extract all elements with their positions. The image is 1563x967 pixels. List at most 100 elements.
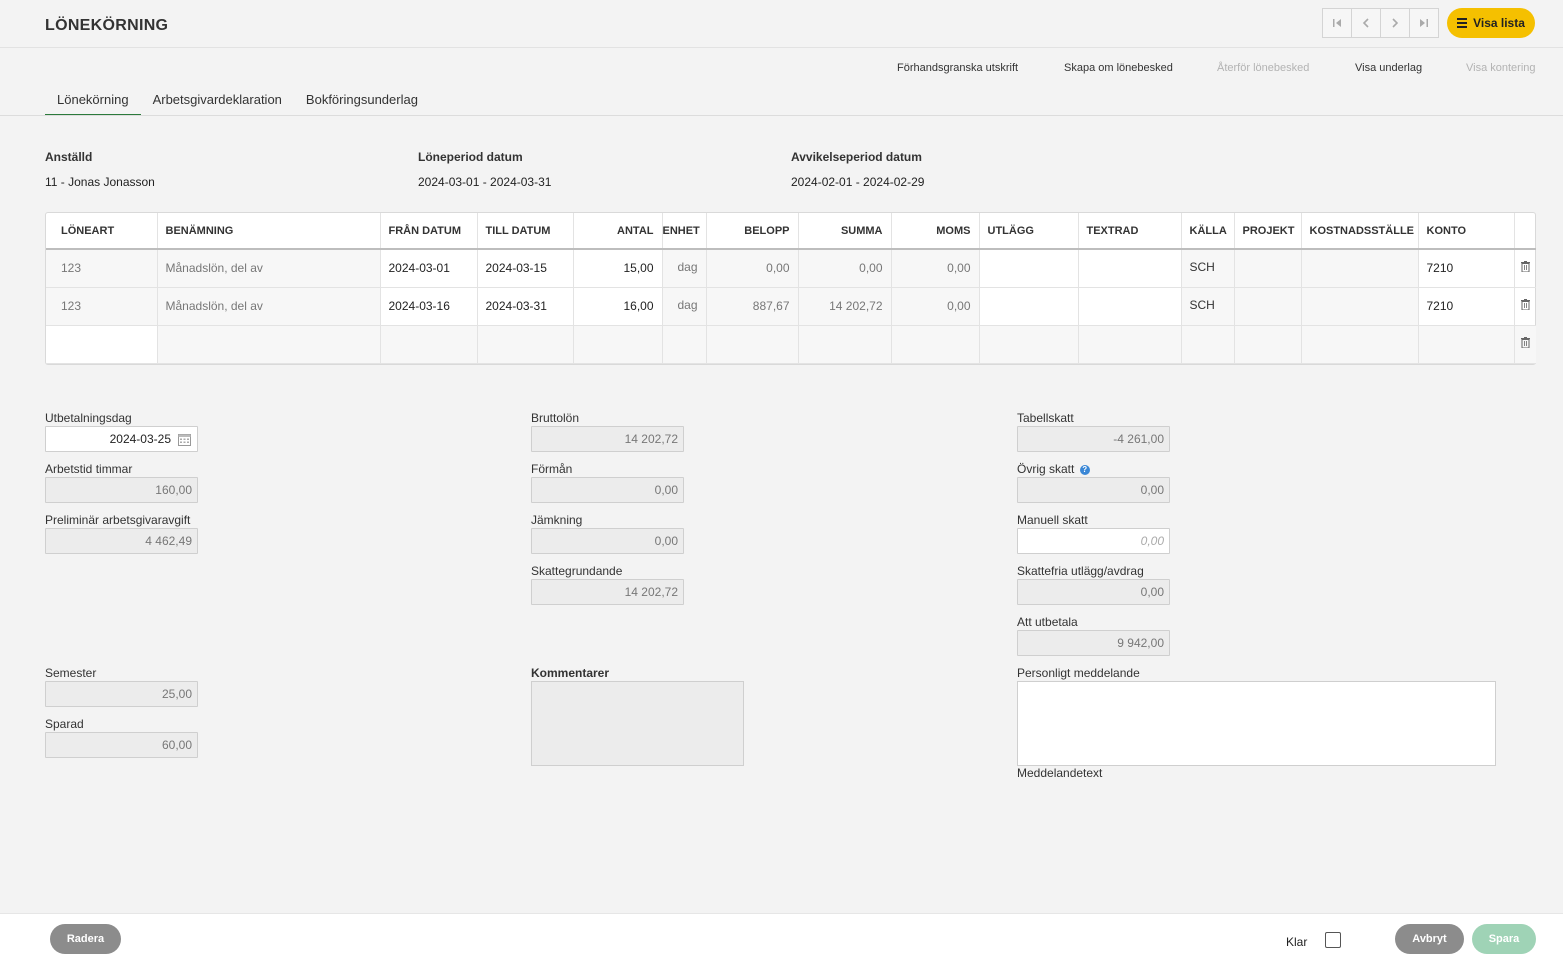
cell-benamning[interactable] <box>157 325 381 364</box>
att-utbetala-label: Att utbetala <box>1017 615 1078 629</box>
cell-textrad[interactable] <box>1078 249 1182 288</box>
cell-textrad[interactable] <box>1078 287 1182 326</box>
preview-print-link[interactable]: Förhandsgranska utskrift <box>897 62 1018 74</box>
ovrig-skatt-field: 0,00 <box>1017 477 1170 503</box>
tabellskatt-field: -4 261,00 <box>1017 426 1170 452</box>
semester-label: Semester <box>45 666 97 680</box>
first-record-button[interactable] <box>1322 8 1352 38</box>
avbryt-button[interactable]: Avbryt <box>1395 924 1464 954</box>
kommentarer-label: Kommentarer <box>531 666 610 680</box>
col-header-utlagg[interactable]: UTLÄGG <box>979 213 1079 250</box>
cell-loneart[interactable]: 123 <box>46 249 158 288</box>
trash-icon <box>1520 299 1530 310</box>
calendar-icon[interactable] <box>178 433 191 446</box>
visa-lista-label: Visa lista <box>1473 16 1525 30</box>
utbetalningsdag-value: 2024-03-25 <box>109 432 171 446</box>
cell-moms: 0,00 <box>891 249 980 288</box>
revert-payslip-link: Återför lönebesked <box>1217 62 1310 74</box>
cell-summa: 14 202,72 <box>798 287 892 326</box>
col-header-kostnadsstalle[interactable]: KOSTNADSSTÄLLE <box>1301 213 1419 250</box>
cell-konto[interactable]: 7210 <box>1418 249 1515 288</box>
cell-fran-datum[interactable]: 2024-03-01 <box>380 249 478 288</box>
col-header-summa[interactable]: SUMMA <box>798 213 892 250</box>
cell-till-datum[interactable] <box>477 325 574 364</box>
col-header-moms[interactable]: MOMS <box>891 213 980 250</box>
tab-lonekorning[interactable]: Lönekörning <box>45 86 141 116</box>
arbetstid-label: Arbetstid timmar <box>45 462 133 476</box>
last-record-button[interactable] <box>1409 8 1439 38</box>
employee-label: Anställd <box>45 150 93 164</box>
col-header-loneart[interactable]: LÖNEART <box>46 213 158 250</box>
bruttolon-label: Bruttolön <box>531 411 580 425</box>
col-header-projekt[interactable]: PROJEKT <box>1234 213 1302 250</box>
skattefria-label: Skattefria utlägg/avdrag <box>1017 564 1144 578</box>
cell-utlagg[interactable] <box>979 249 1079 288</box>
cell-projekt <box>1234 249 1302 288</box>
cell-antal[interactable]: 15,00 <box>573 249 663 288</box>
col-header-textrad[interactable]: TEXTRAD <box>1078 213 1182 250</box>
cell-kostnadsstalle <box>1301 325 1419 364</box>
next-icon <box>1392 18 1399 28</box>
delete-row-button[interactable] <box>1514 325 1536 364</box>
hamburger-icon <box>1457 16 1468 30</box>
col-header-benamning[interactable]: BENÄMNING <box>157 213 381 250</box>
utbetalningsdag-field[interactable]: 2024-03-25 <box>45 426 198 452</box>
cell-fran-datum[interactable] <box>380 325 478 364</box>
cell-benamning[interactable]: Månadslön, del av <box>157 287 381 326</box>
col-header-kalla[interactable]: KÄLLA <box>1181 213 1235 250</box>
cell-till-datum[interactable]: 2024-03-31 <box>477 287 574 326</box>
skattefria-field: 0,00 <box>1017 579 1170 605</box>
prelim-arbetsgivaravgift-label: Preliminär arbetsgivaravgift <box>45 513 191 527</box>
col-header-belopp[interactable]: BELOPP <box>706 213 799 250</box>
next-record-button[interactable] <box>1380 8 1410 38</box>
delete-row-button[interactable] <box>1514 287 1536 326</box>
show-posting-link: Visa kontering <box>1466 62 1536 74</box>
cell-textrad[interactable] <box>1078 325 1182 364</box>
cell-konto[interactable]: 7210 <box>1418 287 1515 326</box>
delete-row-button[interactable] <box>1514 249 1536 288</box>
cell-kostnadsstalle <box>1301 287 1419 326</box>
cell-antal[interactable]: 16,00 <box>573 287 663 326</box>
table-row: 123 Månadslön, del av 2024-03-16 2024-03… <box>46 287 1536 326</box>
show-basis-link[interactable]: Visa underlag <box>1355 62 1422 74</box>
sparad-label: Sparad <box>45 717 84 731</box>
cell-konto[interactable] <box>1418 325 1515 364</box>
tab-arbetsgivardeklaration[interactable]: Arbetsgivardeklaration <box>141 86 294 116</box>
col-header-konto[interactable]: KONTO <box>1418 213 1515 250</box>
cell-fran-datum[interactable]: 2024-03-16 <box>380 287 478 326</box>
tab-bar: Lönekörning Arbetsgivardeklaration Bokfö… <box>45 86 430 116</box>
semester-field: 25,00 <box>45 681 198 707</box>
visa-lista-button[interactable]: Visa lista <box>1447 8 1535 38</box>
manuell-skatt-input[interactable]: 0,00 <box>1017 528 1170 554</box>
ovrig-skatt-label: Övrig skatt <box>1017 462 1075 476</box>
cell-till-datum[interactable]: 2024-03-15 <box>477 249 574 288</box>
footer-bar: Radera Klar Avbryt Spara <box>0 913 1563 967</box>
col-header-antal[interactable]: ANTAL <box>573 213 663 250</box>
record-navigation <box>1322 8 1439 38</box>
page-title: LÖNEKÖRNING <box>45 17 169 34</box>
tab-bokforingsunderlag[interactable]: Bokföringsunderlag <box>294 86 430 116</box>
cell-enhet: dag <box>662 287 707 326</box>
cell-antal[interactable] <box>573 325 663 364</box>
cell-enhet <box>662 325 707 364</box>
deviation-value: 2024-02-01 - 2024-02-29 <box>791 175 925 189</box>
personligt-meddelande-label: Personligt meddelande <box>1017 666 1140 680</box>
prev-record-button[interactable] <box>1351 8 1381 38</box>
period-label: Löneperiod datum <box>418 150 523 164</box>
cell-loneart[interactable] <box>46 325 158 364</box>
cell-loneart[interactable]: 123 <box>46 287 158 326</box>
radera-button[interactable]: Radera <box>50 924 121 954</box>
col-header-enhet[interactable]: ENHET <box>662 213 707 250</box>
cell-kalla: SCH <box>1181 287 1235 326</box>
cell-utlagg[interactable] <box>979 287 1079 326</box>
deviation-label: Avvikelseperiod datum <box>791 150 922 164</box>
col-header-till-datum[interactable]: TILL DATUM <box>477 213 574 250</box>
klar-checkbox[interactable] <box>1325 932 1341 948</box>
help-icon[interactable]: ? <box>1079 465 1090 475</box>
cell-benamning[interactable]: Månadslön, del av <box>157 249 381 288</box>
col-header-fran-datum[interactable]: FRÅN DATUM <box>380 213 478 250</box>
personligt-meddelande-textarea[interactable] <box>1017 681 1496 766</box>
recreate-payslip-link[interactable]: Skapa om lönebesked <box>1064 62 1173 74</box>
cell-utlagg[interactable] <box>979 325 1079 364</box>
ovrig-skatt-label-wrap: Övrig skatt ? <box>1017 462 1090 476</box>
